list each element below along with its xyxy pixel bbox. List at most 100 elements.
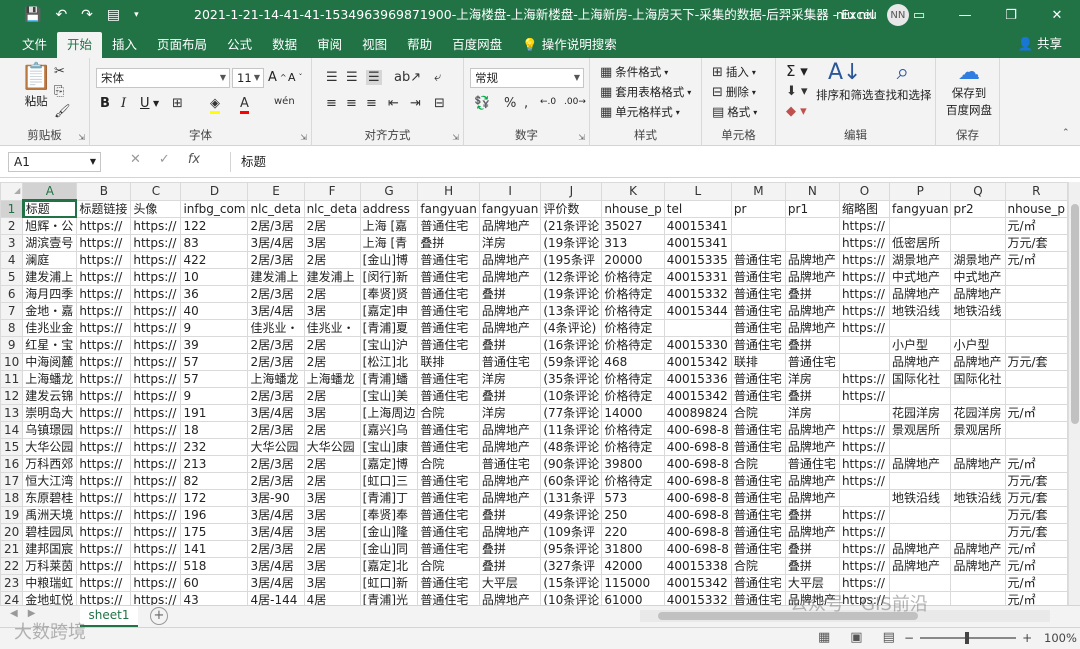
cell-Q10[interactable]: 品牌地产 [950,353,1006,371]
cell-N4[interactable]: 品牌地产 [784,251,840,269]
cell-D13[interactable]: 191 [180,404,249,422]
cell-O16[interactable]: https:// [838,455,891,473]
cell-J23[interactable]: (15条评论 [540,574,603,592]
select-all-corner[interactable]: ◢ [0,182,24,201]
cell-C9[interactable]: https:// [130,336,182,354]
cell-P8[interactable] [889,319,952,337]
cell-L3[interactable]: 40015341 [663,234,732,252]
cell-N5[interactable]: 品牌地产 [784,268,840,286]
cell-C4[interactable]: https:// [130,251,182,269]
cell-E23[interactable]: 3居/4居 [247,574,305,592]
cell-H22[interactable]: 合院 [417,557,480,575]
cell-J12[interactable]: (10条评论 [540,387,603,405]
cell-M16[interactable]: 合院 [730,455,786,473]
format-as-table-button[interactable]: ▦ 套用表格格式 ▾ [600,84,691,100]
cell-I22[interactable]: 叠拼 [478,557,542,575]
cell-L13[interactable]: 40089824 [663,404,732,422]
cell-R4[interactable]: 元/㎡ [1004,251,1068,269]
cell-J10[interactable]: (59条评论 [540,353,603,371]
cell-E12[interactable]: 2居/3居 [247,387,305,405]
cell-E19[interactable]: 3居/4居 [247,506,305,524]
row-header-13[interactable]: 13 [0,404,24,422]
cell-K14[interactable]: 价格待定 [601,421,665,439]
decrease-indent-icon[interactable]: ⇤ [388,96,399,111]
cell-H17[interactable]: 普通住宅 [417,472,480,490]
row-header-12[interactable]: 12 [0,387,24,405]
save-to-baidu-button[interactable]: ☁ 保存到 百度网盘 [946,62,992,118]
cut-icon[interactable]: ✂ [54,64,65,79]
cell-Q19[interactable] [950,506,1006,524]
column-header-N[interactable]: N [784,182,840,201]
cell-N20[interactable]: 品牌地产 [784,523,840,541]
cell-H10[interactable]: 联排 [417,353,480,371]
column-header-J[interactable]: J [540,182,603,201]
cell-B20[interactable]: https:// [76,523,132,541]
wrap-text-icon[interactable]: ⤶ [434,70,441,85]
cell-F11[interactable]: 上海蟠龙 [303,370,361,388]
cell-G20[interactable]: [金山]隆 [359,523,419,541]
cancel-icon[interactable]: ✕ [130,152,141,167]
cell-P24[interactable] [889,591,952,605]
cell-L19[interactable]: 400-698-8 [663,506,732,524]
column-header-H[interactable]: H [417,182,480,201]
cell-H20[interactable]: 普通住宅 [417,523,480,541]
row-header-11[interactable]: 11 [0,370,24,388]
cell-G2[interactable]: 上海 [嘉 [359,217,419,235]
cell-J7[interactable]: (13条评论 [540,302,603,320]
cell-B6[interactable]: https:// [76,285,132,303]
cell-R13[interactable]: 元/㎡ [1004,404,1068,422]
cell-L15[interactable]: 400-698-8 [663,438,732,456]
cell-D5[interactable]: 10 [180,268,249,286]
cell-A15[interactable]: 大华公园 [22,438,78,456]
cell-F8[interactable]: 佳兆业・ [303,319,361,337]
cell-C8[interactable]: https:// [130,319,182,337]
shrink-font-icon[interactable]: Aˇ [288,71,303,84]
close-icon[interactable]: ✕ [1034,0,1080,30]
tab-1[interactable]: 开始 [57,32,103,58]
cell-E20[interactable]: 3居/4居 [247,523,305,541]
cell-L8[interactable] [663,319,732,337]
cell-E1[interactable]: nlc_deta [247,199,305,218]
cell-P22[interactable]: 品牌地产 [889,557,952,575]
cell-I9[interactable]: 叠拼 [478,336,542,354]
cell-H4[interactable]: 普通住宅 [417,251,480,269]
cell-C11[interactable]: https:// [130,370,182,388]
cell-R23[interactable]: 元/㎡ [1004,574,1068,592]
cell-R20[interactable]: 万元/套 [1004,523,1068,541]
cell-F4[interactable]: 2居 [303,251,361,269]
cell-F18[interactable]: 3居 [303,489,361,507]
cell-O22[interactable]: https:// [838,557,891,575]
align-middle-icon[interactable]: ☰ [346,70,358,85]
cell-P18[interactable]: 地铁沿线 [889,489,952,507]
cell-R21[interactable]: 元/㎡ [1004,540,1068,558]
cell-B10[interactable]: https:// [76,353,132,371]
fill-color-icon[interactable]: ◈ [210,96,220,114]
prev-sheet-icon[interactable]: ◀ [10,608,18,619]
column-header-G[interactable]: G [359,182,419,201]
chevron-down-icon[interactable]: ▼ [153,99,159,108]
cell-styles-button[interactable]: ▦ 单元格样式 ▾ [600,104,680,120]
cell-H23[interactable]: 普通住宅 [417,574,480,592]
cell-L9[interactable]: 40015330 [663,336,732,354]
cell-D1[interactable]: infbg_com [180,199,249,218]
cell-H18[interactable]: 普通住宅 [417,489,480,507]
cell-C5[interactable]: https:// [130,268,182,286]
cell-C3[interactable]: https:// [130,234,182,252]
cell-B9[interactable]: https:// [76,336,132,354]
cell-N13[interactable]: 洋房 [784,404,840,422]
row-header-5[interactable]: 5 [0,268,24,286]
cell-O11[interactable]: https:// [838,370,891,388]
cell-F6[interactable]: 2居 [303,285,361,303]
cell-J19[interactable]: (49条评论 [540,506,603,524]
cell-Q23[interactable] [950,574,1006,592]
cell-J9[interactable]: (16条评论 [540,336,603,354]
customize-quick-access-icon[interactable]: ▾ [134,10,139,20]
cell-A12[interactable]: 建发云锦 [22,387,78,405]
cell-D20[interactable]: 175 [180,523,249,541]
find-select-button[interactable]: ⌕ 查找和选择 [874,62,932,103]
cell-L14[interactable]: 400-698-8 [663,421,732,439]
cell-N22[interactable]: 叠拼 [784,557,840,575]
cell-R22[interactable]: 元/㎡ [1004,557,1068,575]
align-center-icon[interactable]: ≡ [346,96,357,111]
cell-A24[interactable]: 金地虹悦 [22,591,78,605]
